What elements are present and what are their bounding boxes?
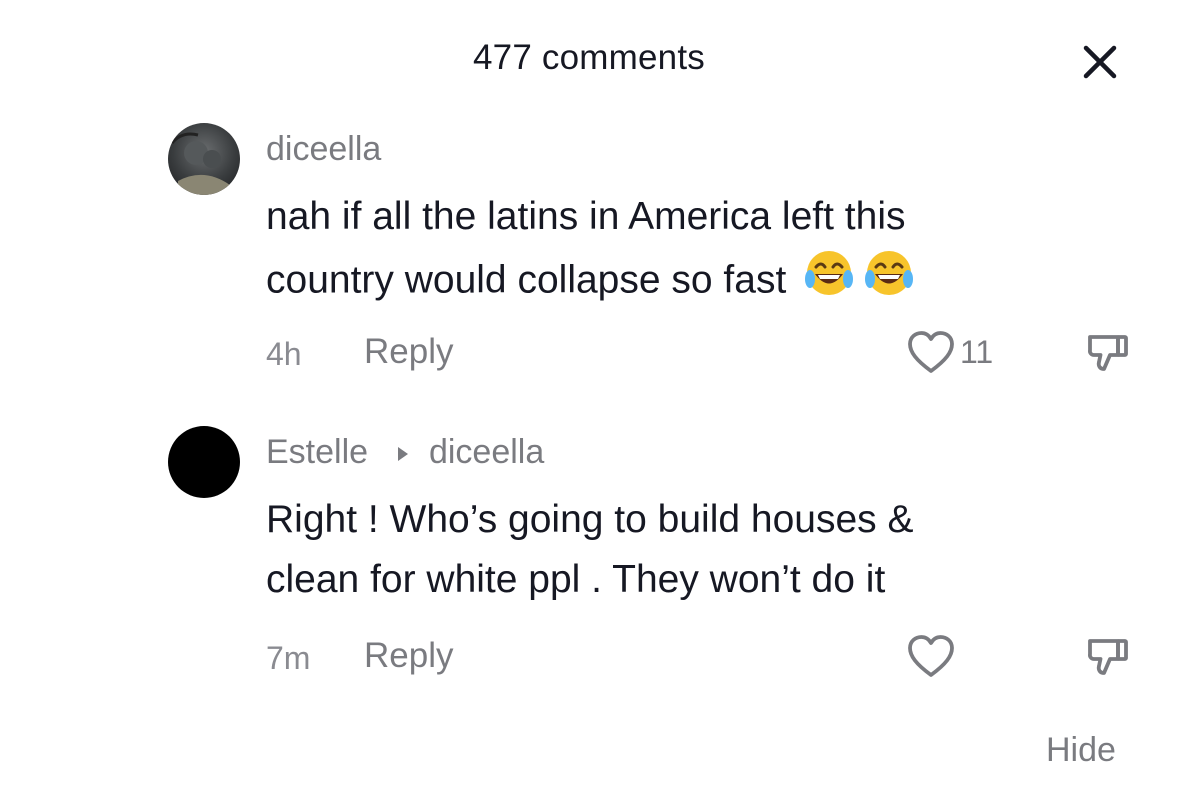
like-button[interactable]: 11 [906,328,993,376]
triangle-right-icon [397,447,408,462]
dislike-button[interactable] [1084,634,1132,680]
avatar[interactable] [168,426,240,498]
reply-button[interactable]: Reply [364,332,453,372]
face-with-tears-of-joy-emoji [803,247,915,317]
comment-text: Right ! Who’s going to build houses & cl… [266,490,1086,610]
thumbs-down-icon [1088,639,1128,675]
comment-text-line: Right ! Who’s going to build houses & [266,498,914,541]
comment-timestamp: 4h [266,336,302,372]
reply-button[interactable]: Reply [364,636,453,676]
close-icon [1083,45,1117,79]
dislike-button[interactable] [1084,330,1132,376]
comment-text: nah if all the latins in America left th… [266,187,1086,317]
close-button[interactable] [1076,38,1124,86]
comment-actions: 4h Reply 11 [266,328,1136,378]
comment-username[interactable]: diceella [266,129,381,169]
comment-username-row: Estelle diceella [266,432,544,472]
comment-text-line: nah if all the latins in America left th… [266,195,906,238]
heart-outline-icon [908,635,954,677]
comment-text-line: country would collapse so fast [266,247,1086,317]
comment-actions: 7m Reply [266,632,1136,682]
hide-replies-button[interactable]: Hide [1046,730,1116,770]
like-count: 11 [960,334,994,370]
thumbs-down-icon [1088,335,1128,371]
page-title: 477 comments [473,38,705,77]
comment-timestamp: 7m [266,640,311,676]
comment-text-line: clean for white ppl . They won’t do it [266,558,886,601]
like-button[interactable] [906,632,956,680]
avatar[interactable] [168,123,240,195]
reply-to-username[interactable]: diceella [429,433,544,471]
comment-username[interactable]: Estelle [266,433,368,471]
comment-text-line2: country would collapse so fast [266,258,787,302]
heart-outline-icon [908,331,954,373]
